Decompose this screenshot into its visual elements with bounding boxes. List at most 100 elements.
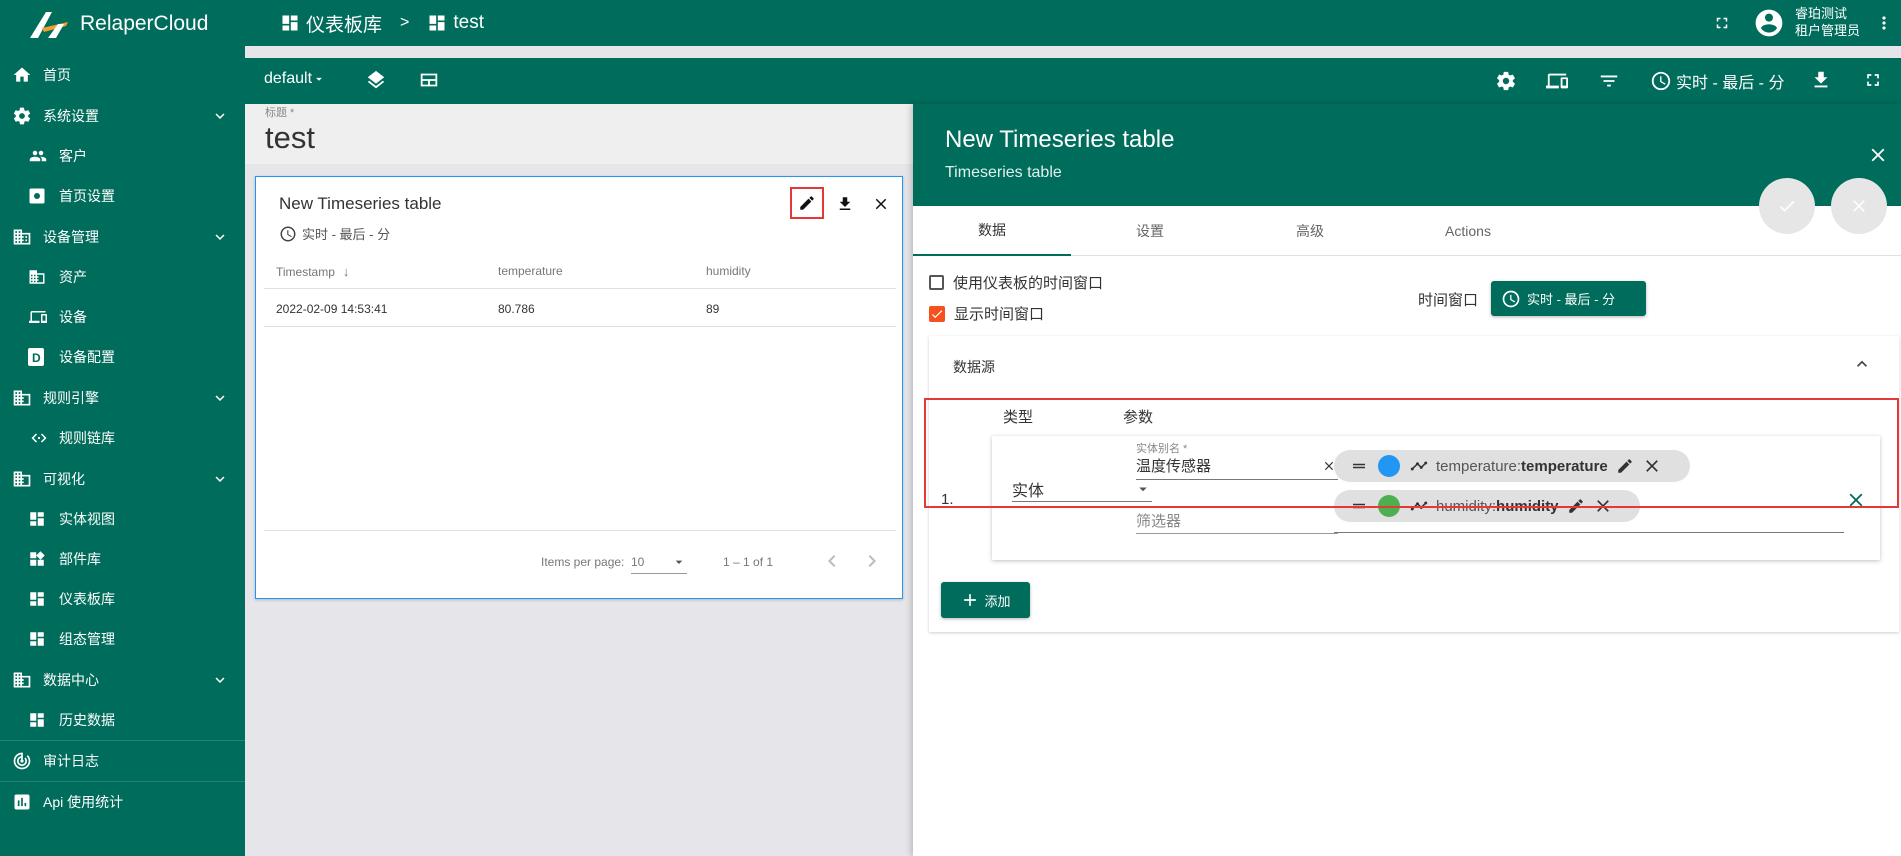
chart-icon (14, 794, 30, 810)
user-info[interactable]: 睿珀测试 租户管理员 (1795, 5, 1860, 39)
logo-icon (30, 12, 68, 38)
logo[interactable]: RelaperCloud (28, 6, 208, 42)
widget-edit-button[interactable] (790, 187, 824, 219)
more-vert-icon[interactable] (1874, 12, 1894, 34)
column-header-humidity[interactable]: humidity (706, 264, 751, 278)
datasource-type-select[interactable]: 实体 (1012, 476, 1152, 502)
sidebar-item-scada[interactable]: 组态管理 (0, 619, 245, 659)
widget-timewindow[interactable]: 实时 - 最后 - 分 (279, 224, 390, 243)
close-icon[interactable] (872, 195, 890, 213)
dashboard-title-field[interactable]: 标题 * test (245, 104, 913, 164)
gear-icon (13, 107, 31, 125)
entity-alias-value: 温度传感器 (1136, 458, 1212, 475)
sidebar-item-entity-views[interactable]: 实体视图 (0, 499, 245, 539)
column-params-header: 参数 (1123, 409, 1154, 426)
tab-settings[interactable]: 设置 (1071, 206, 1229, 256)
close-icon[interactable] (1867, 144, 1889, 166)
cell-timestamp: 2022-02-09 14:53:41 (276, 302, 388, 316)
sidebar-item-api-usage[interactable]: Api 使用统计 (0, 782, 245, 822)
sidebar-item-home-settings[interactable]: 首页设置 (0, 176, 245, 216)
customers-icon (29, 150, 47, 162)
title-field-value[interactable]: test (265, 120, 315, 156)
sidebar-item-widget-library[interactable]: 部件库 (0, 539, 245, 579)
layers-icon[interactable] (365, 69, 387, 91)
editor-timewindow-button[interactable]: 实时 - 最后 - 分 (1491, 281, 1646, 316)
timewindow-button[interactable]: 实时 - 最后 - 分 (1650, 69, 1784, 93)
chevron-down-icon (215, 677, 225, 683)
datasources-panel-header[interactable]: 数据源 (929, 336, 1899, 396)
paginator-range: 1 – 1 of 1 (723, 555, 774, 569)
widget-editor-panel: New Timeseries table Timeseries table 数据… (913, 104, 1901, 856)
chevron-up-icon (1857, 360, 1867, 367)
fullscreen-icon[interactable] (1713, 14, 1731, 32)
pencil-icon[interactable] (1567, 497, 1585, 515)
tab-data[interactable]: 数据 (913, 206, 1071, 256)
track-changes-icon (13, 752, 31, 770)
sidebar-item-device-management[interactable]: 设备管理 (0, 217, 245, 257)
state-selector[interactable]: default (264, 70, 326, 88)
sidebar-item-audit-logs[interactable]: 审计日志 (0, 741, 245, 781)
datakeys-underline (1334, 532, 1844, 533)
datakey-chip-humidity[interactable]: humidity: humidity (1334, 490, 1640, 522)
chevron-right-icon[interactable] (860, 549, 884, 573)
account-circle-icon[interactable] (1753, 7, 1785, 39)
dashboard-icon (30, 632, 44, 646)
sidebar-item-dashboards[interactable]: 仪表板库 (0, 579, 245, 619)
breadcrumb: 仪表板库 > test (280, 0, 484, 46)
column-header-temperature[interactable]: temperature (498, 264, 563, 278)
sidebar-item-rule-engine[interactable]: 规则引擎 (0, 378, 245, 418)
close-icon[interactable] (1845, 489, 1867, 511)
datakey-chip-temperature[interactable]: temperature: temperature (1334, 450, 1690, 482)
sidebar-item-label: 规则链库 (59, 430, 115, 446)
close-icon[interactable] (1593, 496, 1613, 516)
sidebar-item-devices[interactable]: 设备 (0, 297, 245, 337)
chevron-left-icon[interactable] (820, 549, 844, 573)
user-role: 租户管理员 (1795, 23, 1861, 38)
sidebar-item-device-profiles[interactable]: D 设备配置 (0, 337, 245, 377)
arrow-drop-down-icon (675, 560, 683, 564)
tab-advanced[interactable]: 高级 (1231, 206, 1389, 256)
gear-icon[interactable] (1495, 70, 1517, 92)
editor-subtitle: Timeseries table (945, 164, 1062, 181)
sidebar-item-label: 历史数据 (59, 712, 115, 728)
sidebar-item-data-center[interactable]: 数据中心 (0, 660, 245, 700)
datakey-color-swatch[interactable] (1378, 495, 1400, 517)
sidebar-item-system-settings[interactable]: 系统设置 (0, 96, 245, 136)
page-size-select[interactable]: 10 (631, 550, 687, 574)
download-icon[interactable] (1810, 69, 1832, 91)
close-icon[interactable] (1642, 456, 1662, 476)
clock-icon (1502, 290, 1520, 307)
drag-handle-icon[interactable] (1350, 457, 1368, 475)
devices-icon[interactable] (1545, 70, 1569, 92)
datakey-name: temperature (1521, 457, 1608, 475)
sidebar-item-rule-chains[interactable]: 规则链库 (0, 418, 245, 458)
timewindow-field-label: 时间窗口 (1418, 292, 1479, 309)
view-compact-icon[interactable] (418, 69, 440, 91)
sidebar-item-history-data[interactable]: 历史数据 (0, 700, 245, 740)
datakey-color-swatch[interactable] (1378, 455, 1400, 477)
sidebar-item-home[interactable]: 首页 (0, 55, 245, 95)
column-header-timestamp[interactable]: Timestamp ↓ (276, 264, 349, 279)
filter-input[interactable]: 筛选器 (1136, 504, 1338, 534)
clock-icon (1651, 71, 1671, 91)
pencil-icon[interactable] (1616, 457, 1634, 475)
display-timewindow-checkbox[interactable]: 显示时间窗口 (929, 303, 1044, 324)
timeseries-table-widget[interactable]: New Timeseries table 实时 - 最后 - 分 Timesta… (255, 176, 903, 599)
entity-alias-input[interactable]: 温度传感器 (1136, 452, 1338, 480)
sidebar-item-customers[interactable]: 客户 (0, 136, 245, 176)
filter-list-icon[interactable] (1598, 70, 1620, 92)
download-icon[interactable] (836, 195, 854, 213)
table-row[interactable]: 2022-02-09 14:53:41 80.786 89 (264, 289, 896, 327)
drag-handle-icon[interactable] (1350, 497, 1368, 515)
sidebar-item-assets[interactable]: 资产 (0, 257, 245, 297)
sidebar-item-visualization[interactable]: 可视化 (0, 459, 245, 499)
sidebar-item-label: 仪表板库 (59, 591, 115, 607)
use-dashboard-timewindow-checkbox[interactable]: 使用仪表板的时间窗口 (929, 272, 1103, 293)
tab-actions[interactable]: Actions (1389, 206, 1547, 256)
breadcrumb-root[interactable]: 仪表板库 (306, 10, 382, 37)
fullscreen-icon[interactable] (1863, 70, 1883, 90)
datasource-type-value: 实体 (1012, 482, 1045, 500)
checkbox-unchecked (929, 275, 944, 290)
chevron-down-icon (215, 476, 225, 482)
add-datasource-button[interactable]: 添加 (941, 582, 1030, 618)
